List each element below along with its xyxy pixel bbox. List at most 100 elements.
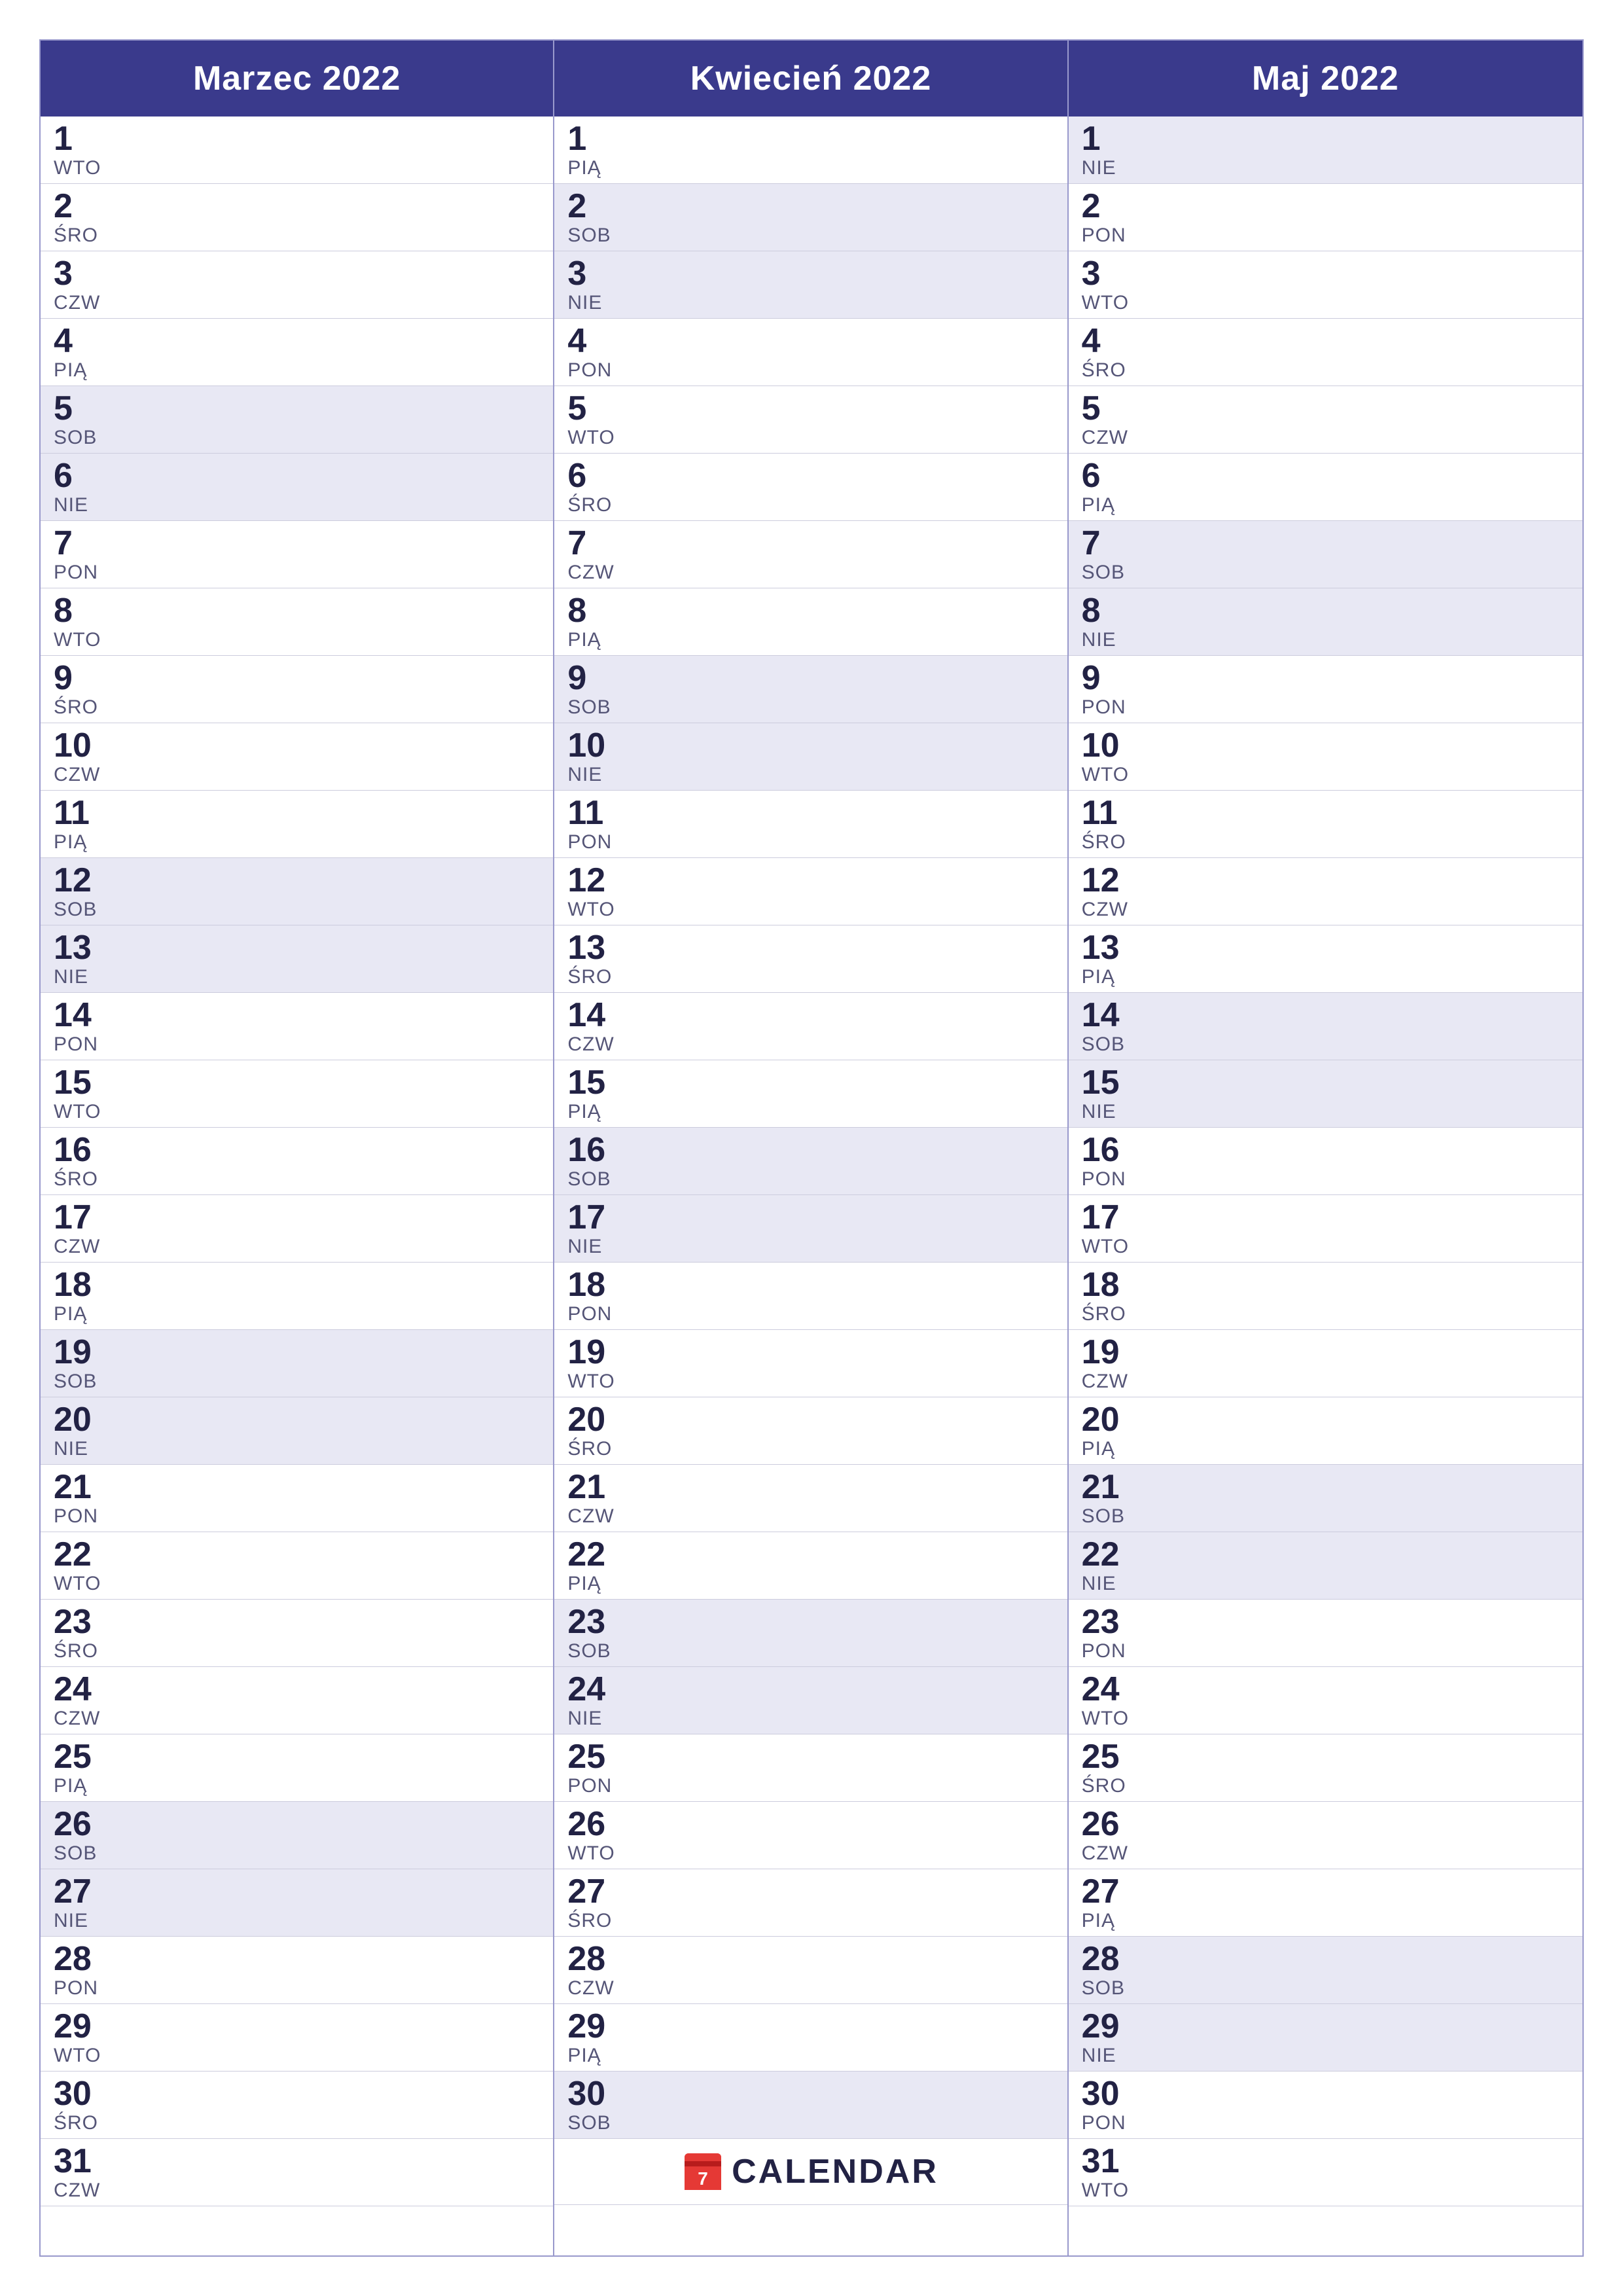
day-name-0-23: CZW bbox=[54, 1708, 540, 1730]
day-name-2-4: CZW bbox=[1082, 427, 1569, 449]
day-name-2-5: PIĄ bbox=[1082, 494, 1569, 516]
day-name-1-23: NIE bbox=[567, 1708, 1054, 1730]
day-row-0-24: 25PIĄ bbox=[41, 1734, 553, 1802]
day-name-0-16: CZW bbox=[54, 1236, 540, 1258]
day-row-0-11: 12SOB bbox=[41, 858, 553, 925]
day-number-0-9: 10 bbox=[54, 728, 540, 762]
day-row-0-25: 26SOB bbox=[41, 1802, 553, 1869]
day-name-1-10: PON bbox=[567, 831, 1054, 853]
day-name-1-28: PIĄ bbox=[567, 2045, 1054, 2067]
day-row-1-29: 30SOB bbox=[554, 2072, 1067, 2139]
day-row-0-15: 16ŚRO bbox=[41, 1128, 553, 1195]
day-number-2-4: 5 bbox=[1082, 391, 1569, 425]
logo-container: 7 CALENDAR bbox=[683, 2152, 938, 2191]
day-number-1-21: 22 bbox=[567, 1537, 1054, 1571]
day-name-0-19: NIE bbox=[54, 1438, 540, 1460]
day-number-1-20: 21 bbox=[567, 1470, 1054, 1504]
day-row-0-23: 24CZW bbox=[41, 1667, 553, 1734]
day-name-0-4: SOB bbox=[54, 427, 540, 449]
day-row-2-30: 31WTO bbox=[1069, 2139, 1582, 2206]
day-number-1-0: 1 bbox=[567, 122, 1054, 156]
day-name-0-24: PIĄ bbox=[54, 1775, 540, 1797]
day-name-0-28: WTO bbox=[54, 2045, 540, 2067]
day-number-1-14: 15 bbox=[567, 1066, 1054, 1100]
day-name-1-9: NIE bbox=[567, 764, 1054, 786]
logo-text: CALENDAR bbox=[732, 2152, 938, 2191]
day-name-1-20: CZW bbox=[567, 1505, 1054, 1528]
day-row-1-0: 1PIĄ bbox=[554, 117, 1067, 184]
day-name-1-7: PIĄ bbox=[567, 629, 1054, 651]
day-name-2-14: NIE bbox=[1082, 1101, 1569, 1123]
day-row-2-16: 17WTO bbox=[1069, 1195, 1582, 1263]
day-number-1-7: 8 bbox=[567, 594, 1054, 628]
day-row-2-14: 15NIE bbox=[1069, 1060, 1582, 1128]
day-name-2-30: WTO bbox=[1082, 2179, 1569, 2202]
day-row-0-3: 4PIĄ bbox=[41, 319, 553, 386]
day-row-2-24: 25ŚRO bbox=[1069, 1734, 1582, 1802]
day-number-2-19: 20 bbox=[1082, 1403, 1569, 1437]
day-number-0-23: 24 bbox=[54, 1672, 540, 1706]
month-header-0: Marzec 2022 bbox=[41, 41, 553, 117]
day-name-2-27: SOB bbox=[1082, 1977, 1569, 2000]
day-number-2-29: 30 bbox=[1082, 2077, 1569, 2111]
day-number-0-21: 22 bbox=[54, 1537, 540, 1571]
day-name-2-23: WTO bbox=[1082, 1708, 1569, 1730]
day-name-1-0: PIĄ bbox=[567, 157, 1054, 179]
day-number-0-6: 7 bbox=[54, 526, 540, 560]
day-row-0-2: 3CZW bbox=[41, 251, 553, 319]
day-row-1-4: 5WTO bbox=[554, 386, 1067, 454]
day-number-1-17: 18 bbox=[567, 1268, 1054, 1302]
day-number-1-25: 26 bbox=[567, 1807, 1054, 1841]
day-number-2-15: 16 bbox=[1082, 1133, 1569, 1167]
day-number-2-21: 22 bbox=[1082, 1537, 1569, 1571]
day-name-2-21: NIE bbox=[1082, 1573, 1569, 1595]
day-row-1-15: 16SOB bbox=[554, 1128, 1067, 1195]
day-number-1-12: 13 bbox=[567, 931, 1054, 965]
day-name-1-15: SOB bbox=[567, 1168, 1054, 1191]
day-name-2-15: PON bbox=[1082, 1168, 1569, 1191]
day-number-0-5: 6 bbox=[54, 459, 540, 493]
day-row-2-28: 29NIE bbox=[1069, 2004, 1582, 2072]
month-column-1: Kwiecień 20221PIĄ2SOB3NIE4PON5WTO6ŚRO7CZ… bbox=[554, 41, 1068, 2255]
day-row-0-20: 21PON bbox=[41, 1465, 553, 1532]
day-row-0-28: 29WTO bbox=[41, 2004, 553, 2072]
day-number-1-3: 4 bbox=[567, 324, 1054, 358]
day-row-2-25: 26CZW bbox=[1069, 1802, 1582, 1869]
day-name-2-20: SOB bbox=[1082, 1505, 1569, 1528]
day-name-0-29: ŚRO bbox=[54, 2112, 540, 2134]
day-name-1-14: PIĄ bbox=[567, 1101, 1054, 1123]
month-column-2: Maj 20221NIE2PON3WTO4ŚRO5CZW6PIĄ7SOB8NIE… bbox=[1069, 41, 1582, 2255]
day-name-0-15: ŚRO bbox=[54, 1168, 540, 1191]
day-number-0-10: 11 bbox=[54, 796, 540, 830]
day-name-2-19: PIĄ bbox=[1082, 1438, 1569, 1460]
day-row-2-5: 6PIĄ bbox=[1069, 454, 1582, 521]
month-header-1: Kwiecień 2022 bbox=[554, 41, 1067, 117]
day-number-2-27: 28 bbox=[1082, 1942, 1569, 1976]
day-number-0-1: 2 bbox=[54, 189, 540, 223]
day-row-1-7: 8PIĄ bbox=[554, 588, 1067, 656]
day-row-1-1: 2SOB bbox=[554, 184, 1067, 251]
day-number-2-12: 13 bbox=[1082, 931, 1569, 965]
day-name-0-30: CZW bbox=[54, 2179, 540, 2202]
day-number-2-22: 23 bbox=[1082, 1605, 1569, 1639]
day-number-0-13: 14 bbox=[54, 998, 540, 1032]
day-number-1-11: 12 bbox=[567, 863, 1054, 897]
day-name-0-10: PIĄ bbox=[54, 831, 540, 853]
day-name-2-1: PON bbox=[1082, 224, 1569, 247]
day-row-0-1: 2ŚRO bbox=[41, 184, 553, 251]
day-row-1-5: 6ŚRO bbox=[554, 454, 1067, 521]
day-row-2-9: 10WTO bbox=[1069, 723, 1582, 791]
day-number-0-18: 19 bbox=[54, 1335, 540, 1369]
day-number-0-24: 25 bbox=[54, 1740, 540, 1774]
day-name-0-11: SOB bbox=[54, 899, 540, 921]
day-name-0-6: PON bbox=[54, 562, 540, 584]
day-number-2-13: 14 bbox=[1082, 998, 1569, 1032]
day-name-0-5: NIE bbox=[54, 494, 540, 516]
day-name-0-22: ŚRO bbox=[54, 1640, 540, 1662]
calendar-grid: Marzec 20221WTO2ŚRO3CZW4PIĄ5SOB6NIE7PON8… bbox=[39, 39, 1584, 2257]
day-name-1-16: NIE bbox=[567, 1236, 1054, 1258]
day-row-1-26: 27ŚRO bbox=[554, 1869, 1067, 1937]
day-name-1-3: PON bbox=[567, 359, 1054, 382]
day-name-0-0: WTO bbox=[54, 157, 540, 179]
day-row-0-14: 15WTO bbox=[41, 1060, 553, 1128]
